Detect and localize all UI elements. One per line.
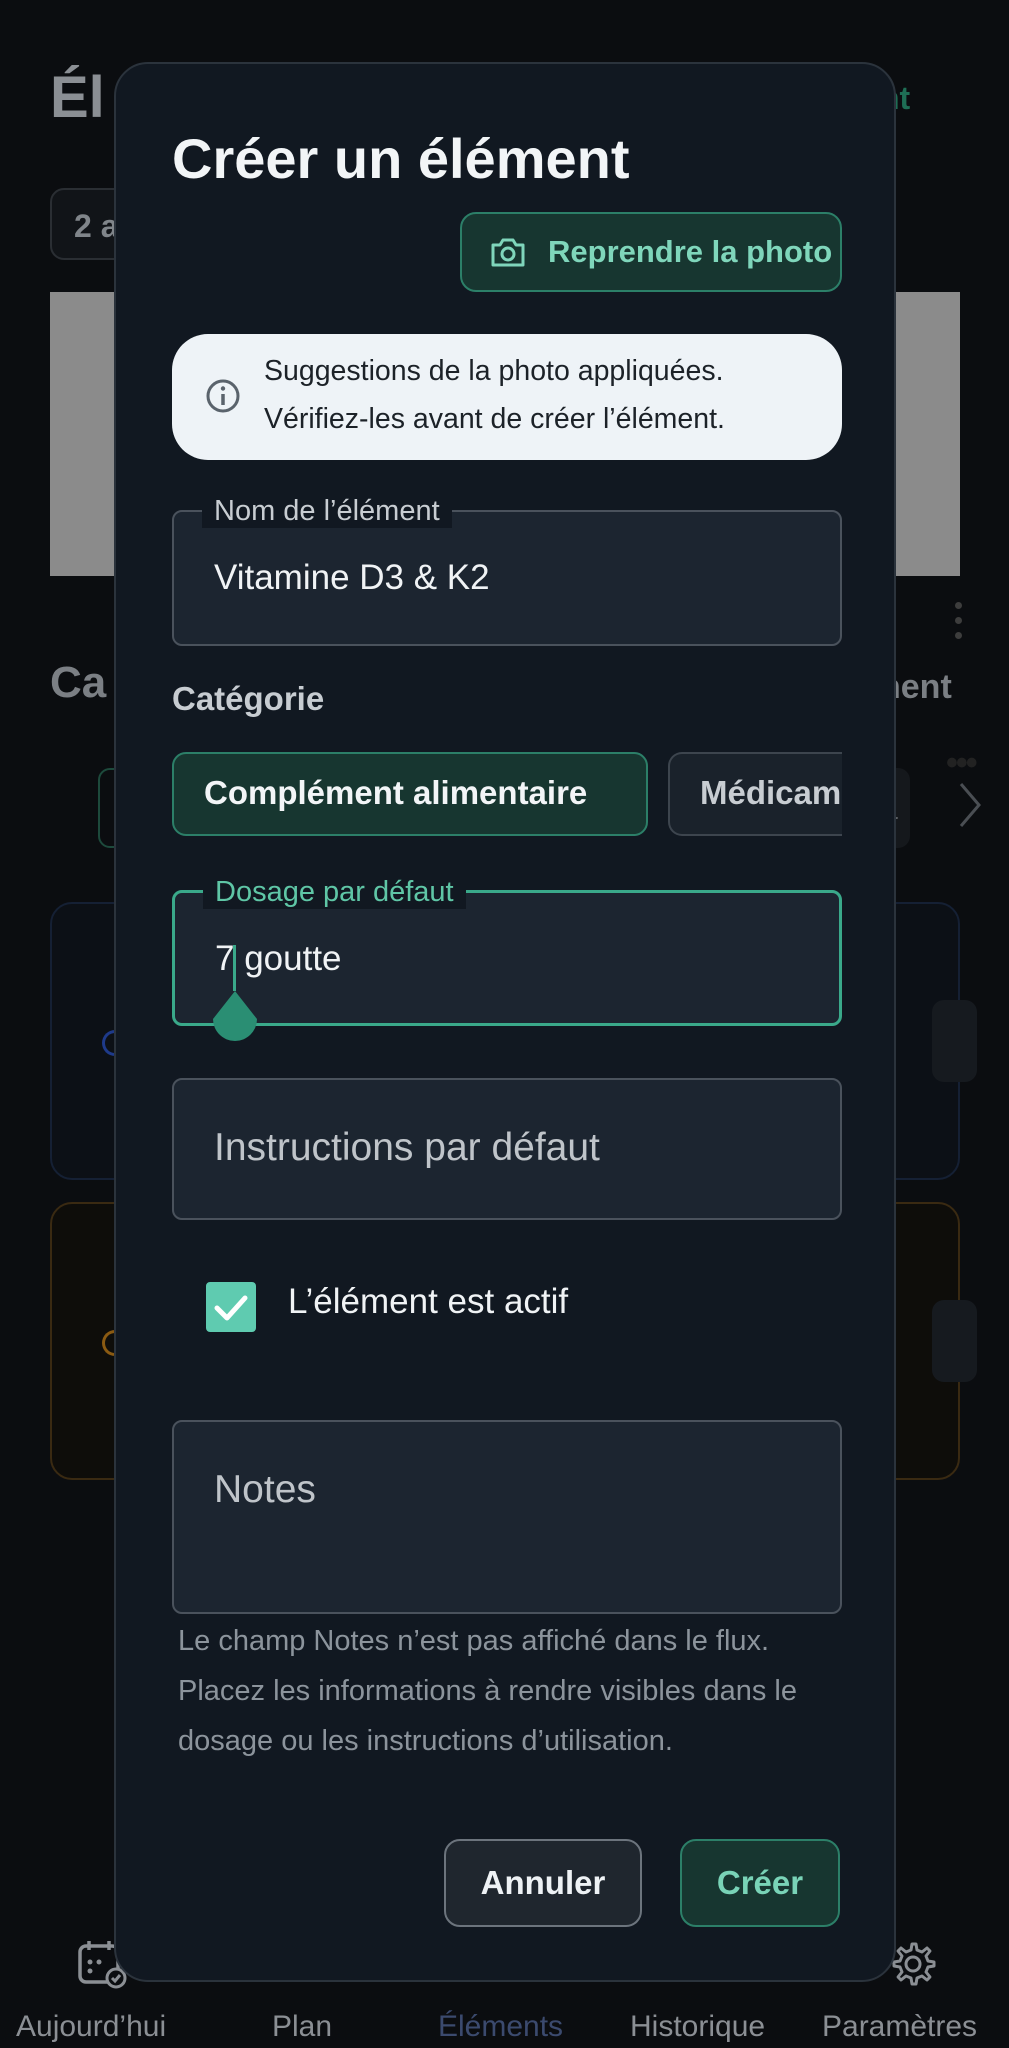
banner-line-2: Vérifiez-les avant de créer l’élément. — [264, 403, 725, 435]
name-field[interactable]: Nom de l’élément Vitamine D3 & K2 — [172, 494, 842, 646]
active-checkbox-label[interactable]: L’élément est actif — [288, 1282, 568, 1322]
page-title: Él — [50, 65, 105, 130]
nav-elements[interactable]: Éléments — [438, 2010, 563, 2044]
dosage-field[interactable]: Dosage par défaut 7 goutte — [172, 875, 842, 1041]
check-icon — [214, 1295, 248, 1321]
notes-field[interactable]: Notes — [172, 1420, 842, 1614]
category-chip-medication[interactable]: Médicament — [668, 752, 842, 836]
retake-photo-button[interactable]: Reprendre la photo — [460, 212, 842, 292]
active-checkbox[interactable] — [206, 1282, 256, 1332]
camera-icon — [491, 238, 525, 267]
dialog-title: Créer un élément — [172, 127, 630, 190]
section-title: Ca — [50, 658, 107, 707]
create-item-dialog: Créer un élément Reprendre la photo Sugg… — [114, 62, 896, 1982]
name-field-value: Vitamine D3 & K2 — [214, 558, 490, 597]
more-horiz-icon: ••• — [946, 744, 978, 782]
retake-photo-label: Reprendre la photo — [548, 234, 833, 269]
category-chip-supplement[interactable]: Complément alimentaire — [172, 752, 648, 836]
nav-today[interactable]: Aujourd’hui — [16, 2010, 166, 2044]
name-field-label: Nom de l’élément — [202, 494, 452, 528]
nav-history[interactable]: Historique — [630, 2010, 765, 2044]
instructions-placeholder: Instructions par défaut — [214, 1126, 600, 1169]
dosage-field-label: Dosage par défaut — [203, 875, 466, 909]
category-label: Catégorie — [172, 680, 325, 717]
instructions-field[interactable]: Instructions par défaut — [172, 1078, 842, 1220]
more-vert-icon — [955, 602, 965, 652]
chevron-right-icon — [959, 783, 981, 827]
dosage-value-unit: goutte — [244, 939, 342, 978]
suggestion-banner: Suggestions de la photo appliquées. Véri… — [172, 334, 842, 460]
nav-settings[interactable]: Paramètres — [822, 2010, 977, 2044]
banner-line-1: Suggestions de la photo appliquées. — [264, 355, 724, 387]
info-icon — [206, 379, 240, 413]
cancel-button[interactable]: Annuler — [444, 1839, 642, 1927]
create-button[interactable]: Créer — [680, 1839, 840, 1927]
text-cursor — [233, 945, 236, 991]
notes-helper-text: Le champ Notes n’est pas affiché dans le… — [178, 1625, 797, 1757]
nav-plan[interactable]: Plan — [272, 2010, 332, 2044]
notes-placeholder: Notes — [214, 1468, 316, 1511]
cursor-handle-icon[interactable] — [209, 989, 261, 1049]
dosage-value-number: 7 — [215, 939, 235, 978]
